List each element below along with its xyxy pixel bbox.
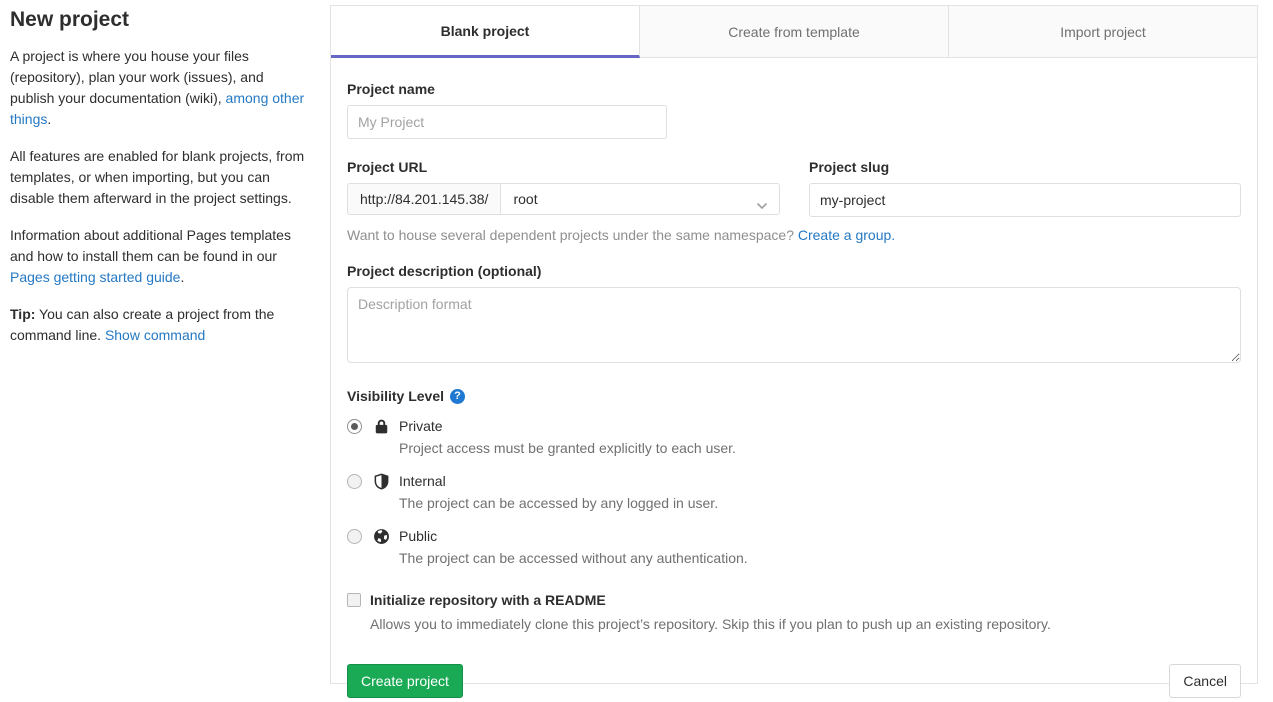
tip-label: Tip: [10, 306, 35, 322]
internal-radio[interactable] [347, 474, 362, 489]
cancel-button[interactable]: Cancel [1169, 664, 1241, 698]
readme-texts: Initialize repository with a README Allo… [370, 591, 1051, 634]
shield-icon [373, 473, 390, 490]
namespace-selected-value: root [513, 191, 537, 207]
readme-checkbox[interactable] [347, 593, 361, 607]
internal-option-name[interactable]: Internal [399, 472, 718, 491]
project-url-label: Project URL [347, 159, 780, 175]
project-description-group: Project description (optional) [347, 263, 1241, 368]
visibility-level-label: Visibility Level [347, 388, 444, 404]
project-name-group: Project name [347, 81, 1241, 139]
pages-text-after: . [180, 269, 184, 285]
pages-guide-link[interactable]: Pages getting started guide [10, 269, 180, 285]
project-slug-label: Project slug [809, 159, 1241, 175]
project-url-group: Project URL http://84.201.145.38/ root [347, 159, 780, 217]
create-group-link[interactable]: Create a group. [798, 227, 895, 243]
new-project-panel: Blank project Create from template Impor… [330, 5, 1258, 684]
private-option-texts: Private Project access must be granted e… [399, 417, 736, 458]
visibility-option-internal: Internal The project can be accessed by … [347, 472, 1241, 513]
visibility-option-public: Public The project can be accessed witho… [347, 527, 1241, 568]
project-name-label: Project name [347, 81, 1241, 97]
private-option-name[interactable]: Private [399, 417, 736, 436]
form-footer: Create project Cancel [347, 664, 1241, 698]
show-command-link[interactable]: Show command [105, 327, 205, 343]
internal-option-description: The project can be accessed by any logge… [399, 494, 718, 513]
readme-label[interactable]: Initialize repository with a README [370, 591, 1051, 609]
public-radio[interactable] [347, 529, 362, 544]
public-option-texts: Public The project can be accessed witho… [399, 527, 748, 568]
project-description-label: Project description (optional) [347, 263, 1241, 279]
readme-group: Initialize repository with a README Allo… [347, 591, 1241, 634]
tab-blank-project[interactable]: Blank project [331, 6, 640, 58]
visibility-option-private: Private Project access must be granted e… [347, 417, 1241, 458]
url-prefix-addon: http://84.201.145.38/ [347, 183, 500, 215]
page-title: New project [10, 8, 310, 32]
project-description-textarea[interactable] [347, 287, 1241, 363]
intro-paragraph: A project is where you house your files … [10, 46, 310, 130]
pages-text: Information about additional Pages templ… [10, 227, 291, 264]
tab-import-project[interactable]: Import project [949, 6, 1257, 58]
sidebar-help-column: New project A project is where you house… [10, 8, 310, 362]
namespace-help-text: Want to house several dependent projects… [347, 227, 798, 243]
private-radio[interactable] [347, 419, 362, 434]
project-slug-input[interactable] [809, 183, 1241, 217]
url-slug-row: Project URL http://84.201.145.38/ root P… [347, 159, 1241, 217]
help-icon[interactable]: ? [450, 389, 465, 404]
tab-create-from-template[interactable]: Create from template [640, 6, 949, 58]
globe-icon [373, 528, 390, 545]
tip-paragraph: Tip: You can also create a project from … [10, 304, 310, 346]
pages-paragraph: Information about additional Pages templ… [10, 225, 310, 288]
chevron-down-icon [757, 197, 767, 213]
namespace-help: Want to house several dependent projects… [347, 227, 1241, 243]
project-url-input-group: http://84.201.145.38/ root [347, 183, 780, 215]
visibility-level-header: Visibility Level ? [347, 388, 1241, 404]
lock-icon [373, 418, 390, 435]
namespace-select[interactable]: root [500, 183, 780, 215]
project-slug-group: Project slug [809, 159, 1241, 217]
private-option-description: Project access must be granted explicitl… [399, 439, 736, 458]
blank-project-form: Project name Project URL http://84.201.1… [331, 58, 1257, 702]
internal-option-texts: Internal The project can be accessed by … [399, 472, 718, 513]
project-name-input[interactable] [347, 105, 667, 139]
create-project-button[interactable]: Create project [347, 664, 463, 698]
new-project-page: New project A project is where you house… [0, 0, 1273, 702]
project-type-tabs: Blank project Create from template Impor… [331, 6, 1257, 58]
public-option-name[interactable]: Public [399, 527, 748, 546]
public-option-description: The project can be accessed without any … [399, 549, 748, 568]
readme-description: Allows you to immediately clone this pro… [370, 615, 1051, 634]
features-paragraph: All features are enabled for blank proje… [10, 146, 310, 209]
intro-text-after: . [47, 111, 51, 127]
